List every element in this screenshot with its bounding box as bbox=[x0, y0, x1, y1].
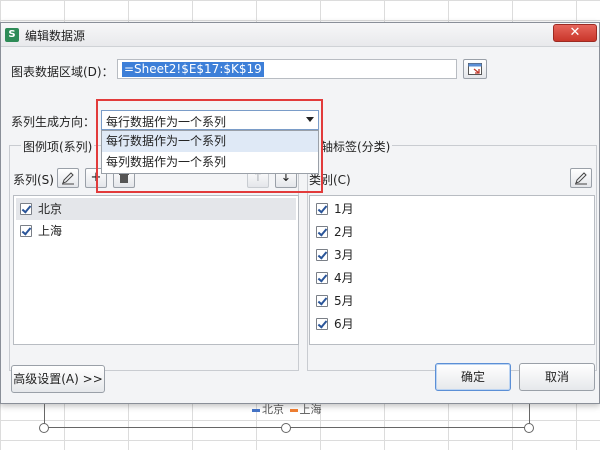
category-item[interactable]: 6月 bbox=[312, 313, 592, 335]
series-direction-options: 每行数据作为一个系列 每列数据作为一个系列 bbox=[101, 130, 319, 174]
series-item-label: 北京 bbox=[38, 202, 63, 216]
legend-group-label: 图例项(系列) bbox=[21, 138, 95, 155]
dialog-title: 编辑数据源 bbox=[25, 29, 86, 43]
checkbox[interactable] bbox=[316, 226, 328, 238]
edit-category-button[interactable] bbox=[570, 168, 592, 188]
series-item-label: 上海 bbox=[38, 224, 63, 238]
series-item-shanghai[interactable]: 上海 bbox=[16, 220, 296, 242]
series-direction-label: 系列生成方向： bbox=[11, 115, 96, 129]
category-item-label: 5月 bbox=[334, 294, 354, 308]
data-range-input[interactable]: =Sheet2!$E$17:$K$19 bbox=[117, 59, 457, 79]
plus-icon: + bbox=[90, 170, 102, 185]
data-range-label: 图表数据区域(D)： bbox=[11, 65, 114, 79]
series-item-beijing[interactable]: 北京 bbox=[16, 198, 296, 220]
category-item-label: 1月 bbox=[334, 202, 354, 216]
checkbox[interactable] bbox=[316, 203, 328, 215]
axis-group-label: 轴标签(分类) bbox=[319, 138, 393, 155]
category-item-label: 6月 bbox=[334, 317, 354, 331]
cancel-button[interactable]: 取消 bbox=[519, 363, 595, 391]
category-item[interactable]: 5月 bbox=[312, 290, 592, 312]
category-list[interactable]: 1月 2月 3月 4月 5月 6月 bbox=[309, 195, 595, 345]
category-item-label: 3月 bbox=[334, 248, 354, 262]
series-list[interactable]: 北京 上海 bbox=[13, 195, 299, 345]
dropdown-arrow-icon[interactable] bbox=[306, 117, 314, 122]
title-bar[interactable]: S 编辑数据源 ✕ bbox=[1, 23, 599, 47]
option-by-column[interactable]: 每列数据作为一个系列 bbox=[102, 152, 318, 173]
category-item[interactable]: 3月 bbox=[312, 244, 592, 266]
range-select-icon bbox=[468, 63, 482, 75]
checkbox[interactable] bbox=[20, 203, 32, 215]
option-by-row[interactable]: 每行数据作为一个系列 bbox=[102, 131, 318, 152]
wps-app-icon: S bbox=[5, 28, 19, 42]
checkbox[interactable] bbox=[316, 249, 328, 261]
resize-handle[interactable] bbox=[39, 423, 49, 433]
series-direction-select[interactable]: 每行数据作为一个系列 bbox=[101, 110, 319, 130]
category-item[interactable]: 4月 bbox=[312, 267, 592, 289]
edit-series-button[interactable] bbox=[57, 168, 79, 188]
range-select-button[interactable] bbox=[463, 59, 487, 79]
series-label: 系列(S) bbox=[13, 173, 54, 187]
close-button[interactable]: ✕ bbox=[553, 24, 597, 42]
advanced-settings-button[interactable]: 高级设置(A) >> bbox=[11, 365, 105, 393]
checkbox[interactable] bbox=[20, 225, 32, 237]
edit-data-source-dialog: S 编辑数据源 ✕ 图表数据区域(D)： =Sheet2!$E$17:$K$19… bbox=[0, 22, 600, 404]
category-item-label: 2月 bbox=[334, 225, 354, 239]
checkbox[interactable] bbox=[316, 272, 328, 284]
resize-handle[interactable] bbox=[524, 423, 534, 433]
category-item[interactable]: 2月 bbox=[312, 221, 592, 243]
series-direction-value: 每行数据作为一个系列 bbox=[106, 115, 227, 129]
ok-button[interactable]: 确定 bbox=[435, 363, 511, 391]
category-item[interactable]: 1月 bbox=[312, 198, 592, 220]
checkbox[interactable] bbox=[316, 295, 328, 307]
data-range-value: =Sheet2!$E$17:$K$19 bbox=[122, 62, 264, 77]
category-item-label: 4月 bbox=[334, 271, 354, 285]
pencil-icon bbox=[62, 172, 74, 185]
pencil-icon bbox=[575, 172, 587, 185]
resize-handle[interactable] bbox=[281, 423, 291, 433]
checkbox[interactable] bbox=[316, 318, 328, 330]
